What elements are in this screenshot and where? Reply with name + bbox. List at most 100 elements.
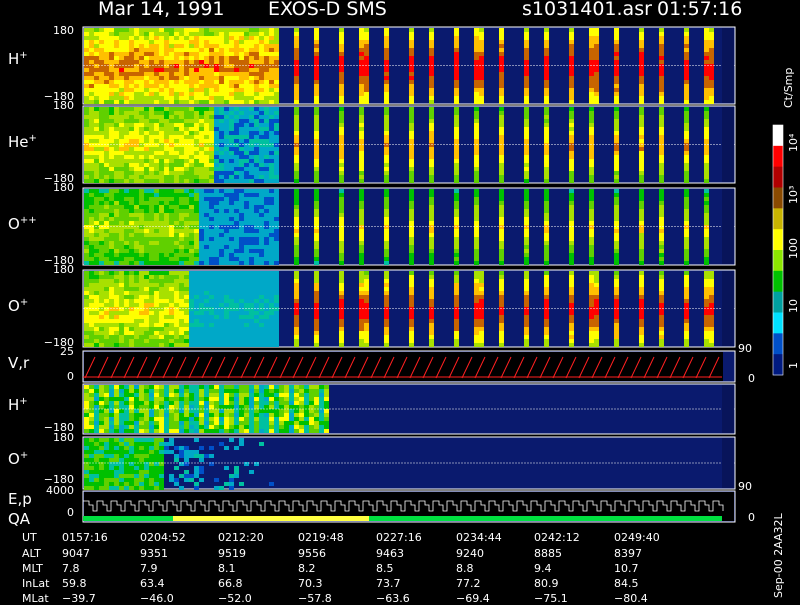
colorbar-seg-9 xyxy=(773,313,783,334)
qa-bar-2 xyxy=(369,516,722,521)
colorbar-seg-7 xyxy=(773,271,783,292)
plot-area xyxy=(0,0,800,600)
eph-alt-6: 8885 xyxy=(534,547,562,560)
footer-note: Sep-00 2AA32L xyxy=(772,513,785,598)
tick-p7-top: 4000 xyxy=(34,484,74,497)
eph-mlt-0: 7.8 xyxy=(62,562,80,575)
qa-bar-0 xyxy=(83,516,173,521)
eph-alt-3: 9556 xyxy=(298,547,326,560)
eph-mlat-5: −69.4 xyxy=(456,592,490,605)
colorbar-tick-10: 10 xyxy=(787,299,800,313)
colorbar-tick-100: 100 xyxy=(787,238,800,259)
tick-p6-top: 180 xyxy=(34,431,74,444)
colorbar-seg-8 xyxy=(773,292,783,313)
eph-mlat-3: −57.8 xyxy=(298,592,332,605)
eph-row-inlat: InLat xyxy=(22,577,49,590)
colorbar-seg-11 xyxy=(773,354,783,375)
colorbar-seg-10 xyxy=(773,333,783,354)
eph-mlat-1: −46.0 xyxy=(140,592,174,605)
eph-inlat-1: 63.4 xyxy=(140,577,165,590)
colorbar-seg-6 xyxy=(773,250,783,271)
panel-label-o-pp: O++ xyxy=(8,215,37,233)
eph-inlat-6: 80.9 xyxy=(534,577,559,590)
panel-label-h-plus-1: H+ xyxy=(8,50,28,68)
panel-label-o-plus-2: O+ xyxy=(8,450,28,468)
header-time: 01:57:16 xyxy=(657,0,742,20)
tick-p2-top: 180 xyxy=(34,181,74,194)
colorbar-tick-1: 1 xyxy=(787,362,800,369)
eph-ut-1: 0204:52 xyxy=(140,531,186,544)
colorbar-seg-0 xyxy=(773,125,783,146)
eph-alt-4: 9463 xyxy=(376,547,404,560)
colorbar-seg-4 xyxy=(773,208,783,229)
eph-ut-5: 0234:44 xyxy=(456,531,502,544)
data-end-strip-5 xyxy=(722,385,734,433)
colorbar-unit: Ct/Smp xyxy=(782,68,795,108)
tick-p7-bottom: 0 xyxy=(34,506,74,519)
eph-inlat-4: 73.7 xyxy=(376,577,401,590)
panel-label-ep: E,p xyxy=(8,490,32,508)
panel-label-he-plus: He+ xyxy=(8,133,37,151)
spectrogram-svg xyxy=(0,0,800,600)
data-end-strip-6 xyxy=(722,438,734,488)
eph-alt-0: 9047 xyxy=(62,547,90,560)
eph-mlt-1: 7.9 xyxy=(140,562,158,575)
eph-ut-0: 0157:16 xyxy=(62,531,108,544)
eph-inlat-0: 59.8 xyxy=(62,577,87,590)
tick-o2-right-bottom: 90 xyxy=(738,480,752,493)
eph-alt-5: 9240 xyxy=(456,547,484,560)
eph-mlat-4: −63.6 xyxy=(376,592,410,605)
tick-p4-top: 25 xyxy=(34,345,74,358)
eph-row-mlt: MLT xyxy=(22,562,43,575)
eph-mlt-2: 8.1 xyxy=(218,562,236,575)
eph-row-ut: UT xyxy=(22,531,37,544)
tick-ep-right-bottom: 0 xyxy=(748,511,755,524)
eph-ut-7: 0249:40 xyxy=(614,531,660,544)
eph-ut-6: 0242:12 xyxy=(534,531,580,544)
eph-inlat-7: 84.5 xyxy=(614,577,639,590)
colorbar-seg-2 xyxy=(773,167,783,188)
header-instrument: EXOS-D SMS xyxy=(268,0,387,20)
colorbar-seg-1 xyxy=(773,146,783,167)
eph-mlat-6: −75.1 xyxy=(534,592,568,605)
data-end-strip-1 xyxy=(722,107,734,182)
eph-mlat-0: −39.7 xyxy=(62,592,96,605)
eph-inlat-2: 66.8 xyxy=(218,577,243,590)
eph-alt-7: 8397 xyxy=(614,547,642,560)
colorbar-seg-3 xyxy=(773,188,783,209)
data-end-strip-2 xyxy=(722,189,734,264)
tick-vr-right-top: 90 xyxy=(738,342,752,355)
eph-row-alt: ALT xyxy=(22,547,41,560)
data-end-strip-0 xyxy=(722,28,734,103)
eph-mlt-3: 8.2 xyxy=(298,562,316,575)
data-end-strip-3 xyxy=(722,271,734,346)
eph-mlat-7: −80.4 xyxy=(614,592,648,605)
colorbar-tick-1e3: 10³ xyxy=(787,186,800,204)
eph-mlt-5: 8.8 xyxy=(456,562,474,575)
eph-inlat-3: 70.3 xyxy=(298,577,323,590)
eph-alt-2: 9519 xyxy=(218,547,246,560)
qa-bar-1 xyxy=(173,516,369,521)
eph-mlt-6: 9.4 xyxy=(534,562,552,575)
eph-ut-3: 0219:48 xyxy=(298,531,344,544)
eph-mlt-7: 10.7 xyxy=(614,562,639,575)
eph-mlt-4: 8.5 xyxy=(376,562,394,575)
colorbar-seg-5 xyxy=(773,229,783,250)
header-date: Mar 14, 1991 xyxy=(98,0,225,20)
panel-label-o-plus-1: O+ xyxy=(8,297,28,315)
panel-label-vr: V,r xyxy=(8,354,29,372)
eph-ut-2: 0212:20 xyxy=(218,531,264,544)
tick-p3-top: 180 xyxy=(34,263,74,276)
tick-p0-top: 180 xyxy=(34,24,74,37)
eph-row-mlat: MLat xyxy=(22,592,49,605)
tick-vr-right-bottom: 0 xyxy=(748,372,755,385)
eph-ut-4: 0227:16 xyxy=(376,531,422,544)
panel-label-h-plus-2: H+ xyxy=(8,396,28,414)
header-file: s1031401.asr xyxy=(522,0,652,20)
panel-label-qa: QA xyxy=(8,510,30,528)
tick-p1-top: 180 xyxy=(34,99,74,112)
colorbar-tick-1e4: 10⁴ xyxy=(787,134,800,152)
eph-mlat-2: −52.0 xyxy=(218,592,252,605)
eph-alt-1: 9351 xyxy=(140,547,168,560)
eph-inlat-5: 77.2 xyxy=(456,577,481,590)
